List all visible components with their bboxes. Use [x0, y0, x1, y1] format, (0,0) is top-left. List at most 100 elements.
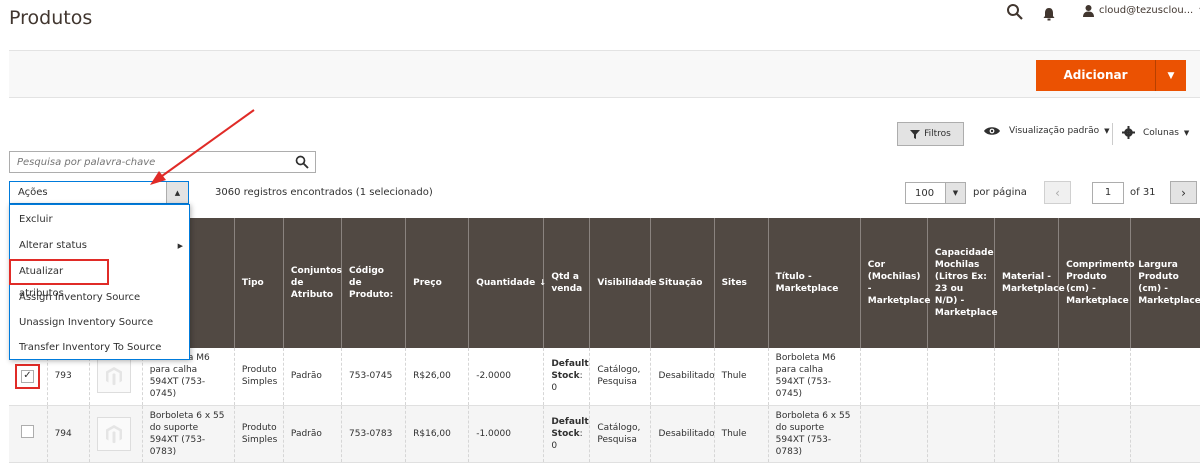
- col-length-marketplace[interactable]: Comprimento Produto (cm) - Marketplace: [1058, 218, 1135, 348]
- cell-visibility: Catálogo, Pesquisa: [589, 348, 651, 406]
- cell-width-marketplace: [1130, 348, 1200, 406]
- actions-dropdown[interactable]: Ações ▲: [9, 181, 189, 204]
- current-page-input[interactable]: 1: [1092, 182, 1124, 204]
- user-name: cloud@tezusclou...: [1099, 5, 1194, 16]
- cell-title-marketplace: Borboleta 6 x 55 do suporte 594XT (753-0…: [767, 405, 861, 463]
- per-page-value: 100: [915, 187, 935, 199]
- cell-price: R$16,00: [405, 405, 469, 463]
- cell-visibility: Catálogo, Pesquisa: [589, 405, 651, 463]
- chevron-left-icon: ‹: [1055, 185, 1060, 200]
- menu-item-update-attributes[interactable]: Atualizar atributos: [9, 259, 109, 299]
- chevron-down-icon[interactable]: ▼: [1156, 71, 1186, 81]
- previous-page-button[interactable]: ‹: [1044, 181, 1071, 204]
- cell-status: Desabilitado: [650, 348, 715, 406]
- filters-label: Filtros: [924, 129, 951, 139]
- cell-quantity: -1.0000: [468, 405, 544, 463]
- product-image-icon[interactable]: [96, 416, 131, 451]
- filters-button[interactable]: Filtros: [897, 122, 964, 146]
- cell-material-marketplace: [994, 405, 1059, 463]
- cell-salable-qty: Default Stock: 0: [543, 405, 590, 463]
- gear-icon: [1122, 126, 1135, 139]
- divider: [1112, 123, 1113, 145]
- user-icon: [1083, 5, 1094, 17]
- add-product-label[interactable]: Adicionar produto: [1036, 60, 1156, 113]
- total-pages: of 31: [1130, 187, 1156, 198]
- cell-thumbnail[interactable]: [88, 405, 143, 463]
- col-attribute-set[interactable]: Conjuntos de Atributo: [282, 218, 342, 348]
- cell-color-marketplace: [859, 405, 928, 463]
- search-icon[interactable]: [1006, 3, 1024, 21]
- per-page-label: por página: [973, 187, 1027, 198]
- filter-icon: [910, 129, 921, 139]
- cell-status: Desabilitado: [650, 405, 715, 463]
- cell-id: 794: [46, 405, 90, 463]
- menu-item-assign-inventory-source[interactable]: Assign Inventory Source: [10, 285, 189, 311]
- user-menu[interactable]: cloud@tezusclou... ▼: [1082, 4, 1200, 17]
- page-actions-bar: [9, 50, 1200, 98]
- cell-material-marketplace: [994, 348, 1059, 406]
- chevron-down-icon: ▼: [1183, 128, 1190, 137]
- row-checkbox[interactable]: [21, 425, 34, 438]
- col-type[interactable]: Tipo: [233, 218, 284, 348]
- col-sku[interactable]: Código de Produto:: [341, 218, 406, 348]
- chevron-up-icon[interactable]: ▲: [166, 182, 188, 203]
- salable-value: 0: [551, 383, 558, 394]
- view-selector[interactable]: Visualização padrão ▼: [984, 126, 1110, 136]
- col-quantity[interactable]: Quantidade ↓: [468, 218, 546, 348]
- row-checkbox[interactable]: ✓: [21, 369, 34, 383]
- menu-item-label: Alterar status: [19, 240, 87, 251]
- cell-websites: Thule: [713, 348, 769, 406]
- cell-capacity-marketplace: [926, 405, 995, 463]
- col-websites[interactable]: Sites: [713, 218, 769, 348]
- add-product-button[interactable]: Adicionar produto ▼: [1036, 60, 1186, 113]
- chevron-down-icon: ▼: [1104, 127, 1110, 135]
- search-input[interactable]: [10, 152, 289, 172]
- columns-selector[interactable]: Colunas ▼: [1122, 126, 1189, 139]
- chevron-right-icon: ›: [1181, 185, 1186, 200]
- col-quantity-label: Quantidade: [476, 278, 536, 288]
- chevron-right-icon: ▶: [177, 242, 183, 250]
- columns-label: Colunas: [1143, 127, 1179, 138]
- cell-salable-qty: Default Stock: 0: [543, 348, 590, 406]
- menu-item-unassign-inventory-source[interactable]: Unassign Inventory Source: [10, 310, 189, 336]
- col-color-marketplace[interactable]: Cor (Mochilas) - Marketplace: [859, 218, 930, 348]
- col-visibility[interactable]: Visibilidade: [589, 218, 656, 348]
- cell-quantity: -2.0000: [468, 348, 544, 406]
- col-width-marketplace[interactable]: Largura Produto (cm) - Marketplace: [1130, 218, 1200, 348]
- cell-capacity-marketplace: [926, 348, 995, 406]
- row-select-cell[interactable]: [9, 405, 48, 463]
- view-label: Visualização padrão: [1009, 126, 1100, 136]
- col-title-marketplace[interactable]: Título - Marketplace: [767, 218, 861, 348]
- cell-sku: 753-0783: [341, 405, 406, 463]
- records-count: 3060 registros encontrados (1 selecionad…: [215, 187, 433, 198]
- sort-down-icon: ↓: [539, 278, 546, 287]
- cell-width-marketplace: [1130, 405, 1200, 463]
- page-title: Produtos: [9, 7, 93, 29]
- cell-length-marketplace: [1058, 348, 1131, 406]
- menu-item-change-status[interactable]: Alterar status ▶: [10, 233, 189, 259]
- cell-title-marketplace: Borboleta M6 para calha 594XT (753-0745): [767, 348, 861, 406]
- product-image-icon[interactable]: [96, 359, 131, 394]
- cell-length-marketplace: [1058, 405, 1131, 463]
- per-page-select[interactable]: 100 ▼: [905, 182, 966, 204]
- table-row[interactable]: 794 Borboleta 6 x 55 do suporte 594XT (7…: [9, 405, 1200, 463]
- search-icon[interactable]: [289, 152, 315, 172]
- highlight-box: ✓: [15, 363, 40, 389]
- col-price[interactable]: Preço: [405, 218, 469, 348]
- menu-item-transfer-inventory[interactable]: Transfer Inventory To Source: [10, 335, 189, 361]
- actions-menu: Excluir Alterar status ▶ Atualizar atrib…: [9, 204, 190, 360]
- col-salable-qty[interactable]: Qtd a venda: [543, 218, 590, 348]
- menu-item-delete[interactable]: Excluir: [10, 207, 189, 233]
- col-capacity-marketplace[interactable]: Capacidade Mochilas (Litros Ex: 23 ou N/…: [926, 218, 998, 348]
- next-page-button[interactable]: ›: [1170, 181, 1197, 204]
- actions-label: Ações: [18, 187, 48, 198]
- bell-icon[interactable]: [1043, 6, 1055, 21]
- col-status[interactable]: Situação: [650, 218, 715, 348]
- keyword-search: [9, 151, 316, 173]
- col-material-marketplace[interactable]: Material - Marketplace: [994, 218, 1065, 348]
- salable-value: 0: [551, 440, 558, 451]
- salable-source: Default Stock: [551, 416, 589, 439]
- cell-type: Produto Simples: [233, 405, 284, 463]
- chevron-down-icon[interactable]: ▼: [945, 183, 965, 203]
- cell-name: Borboleta 6 x 55 do suporte 594XT (753-0…: [141, 405, 235, 463]
